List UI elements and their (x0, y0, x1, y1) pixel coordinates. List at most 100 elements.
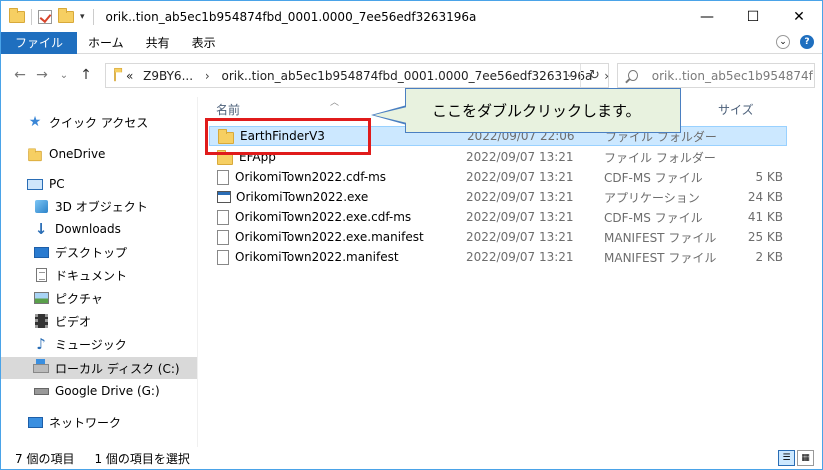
music-icon: ♪ (36, 335, 46, 353)
file-date: 2022/09/07 13:21 (466, 190, 574, 204)
file-size: 5 KB (755, 170, 783, 184)
sidebar-item-label: ピクチャ (55, 291, 103, 306)
callout-text: ここをダブルクリックします。 (432, 102, 641, 120)
sidebar-item-downloads[interactable]: ↓ Downloads (1, 218, 197, 240)
refresh-icon[interactable]: ↻ (580, 64, 608, 87)
sidebar-item-label: ドキュメント (55, 268, 128, 283)
sidebar-item-videos[interactable]: ビデオ (1, 310, 197, 332)
file-date: 2022/09/07 13:21 (466, 230, 574, 244)
column-header-size[interactable]: サイズ (718, 97, 754, 121)
sidebar-item-label: ネットワーク (49, 415, 122, 430)
table-row[interactable]: OrikomiTown2022.cdf-ms 2022/09/07 13:21 … (209, 167, 787, 187)
folder-icon (114, 67, 123, 81)
breadcrumb-current[interactable]: orik..tion_ab5ec1b954874fbd_0001.0000_7e… (221, 69, 592, 83)
sidebar-item-label: ミュージック (55, 337, 127, 352)
toolbar-separator (92, 8, 94, 25)
drive-icon (33, 384, 49, 398)
customize-toolbar-icon[interactable]: ▾ (80, 12, 85, 22)
address-overflow[interactable]: « (126, 69, 133, 83)
sidebar-item-google-drive[interactable]: Google Drive (G:) (1, 380, 197, 402)
file-type: MANIFEST ファイル (604, 230, 717, 245)
file-name: OrikomiTown2022.exe.manifest (235, 230, 424, 244)
highlight-box (205, 118, 371, 155)
large-icons-view-icon[interactable]: ▦ (797, 450, 814, 466)
video-icon (33, 314, 49, 328)
sidebar-item-network[interactable]: ネットワーク (1, 411, 197, 433)
table-row[interactable]: OrikomiTown2022.exe.manifest 2022/09/07 … (209, 227, 787, 247)
forward-button[interactable]: → (31, 67, 53, 83)
explorer-window: ▾ orik..tion_ab5ec1b954874fbd_0001.0000_… (0, 0, 823, 470)
back-button[interactable]: ← (9, 67, 31, 83)
tab-file[interactable]: ファイル (1, 31, 78, 54)
up-button[interactable]: ↑ (75, 67, 97, 83)
sidebar-item-pc[interactable]: PC (1, 173, 197, 195)
application-icon (217, 191, 231, 203)
expand-ribbon-icon[interactable]: ⌄ (776, 35, 790, 49)
window-title: orik..tion_ab5ec1b954874fbd_0001.0000_7e… (105, 9, 477, 24)
close-button[interactable]: ✕ (776, 1, 822, 32)
address-path[interactable]: « Z9BY6... › orik..tion_ab5ec1b954874fbd… (126, 69, 617, 83)
details-view-icon[interactable]: ☰ (778, 450, 795, 466)
table-row[interactable]: OrikomiTown2022.manifest 2022/09/07 13:2… (209, 247, 787, 267)
desktop-icon (33, 245, 49, 259)
local-disk-icon (33, 358, 49, 375)
search-icon (628, 70, 638, 81)
view-switcher: ☰ ▦ (778, 450, 814, 466)
sidebar-item-label: Google Drive (G:) (55, 384, 160, 398)
tab-view[interactable]: 表示 (181, 32, 227, 54)
picture-icon (33, 291, 49, 305)
file-type: CDF-MS ファイル (604, 210, 703, 225)
sidebar-item-label: 3D オブジェクト (55, 199, 148, 214)
minimize-button[interactable]: — (684, 1, 730, 32)
file-type: CDF-MS ファイル (604, 170, 703, 185)
tab-home[interactable]: ホーム (77, 32, 135, 54)
file-size: 41 KB (747, 210, 783, 224)
sidebar-item-label: クイック アクセス (49, 115, 149, 130)
sidebar-item-local-disk[interactable]: ローカル ディスク (C:) (1, 357, 197, 379)
item-count: 7 個の項目 (15, 451, 75, 466)
sidebar-item-music[interactable]: ♪ ミュージック (1, 333, 197, 355)
folder-icon[interactable] (9, 7, 25, 23)
file-size: 24 KB (747, 190, 783, 204)
sidebar-item-pictures[interactable]: ピクチャ (1, 287, 197, 309)
file-date: 2022/09/07 13:21 (466, 250, 574, 264)
file-icon (217, 209, 229, 225)
help-icon[interactable]: ? (800, 35, 814, 49)
title-bar: ▾ orik..tion_ab5ec1b954874fbd_0001.0000_… (1, 1, 822, 32)
file-date: 2022/09/07 13:21 (466, 150, 574, 164)
download-icon: ↓ (34, 220, 48, 238)
quick-access-toolbar: ▾ (9, 7, 85, 25)
ribbon-tabs: ファイル ホーム 共有 表示 ⌄ ? (1, 31, 822, 54)
sidebar-item-label: ローカル ディスク (C:) (55, 361, 180, 376)
status-bar: 7 個の項目 1 個の項目を選択 ☰ ▦ (1, 447, 822, 469)
file-name: OrikomiTown2022.cdf-ms (235, 170, 387, 184)
maximize-button[interactable]: ☐ (730, 1, 776, 32)
tab-share[interactable]: 共有 (135, 32, 181, 54)
sidebar-item-desktop[interactable]: デスクトップ (1, 241, 197, 263)
breadcrumb-separator[interactable]: › (205, 69, 210, 83)
file-name: OrikomiTown2022.exe.cdf-ms (235, 210, 412, 224)
breadcrumb-parent[interactable]: Z9BY6... (143, 69, 193, 83)
sidebar-item-3d-objects[interactable]: 3D オブジェクト (1, 195, 197, 217)
selection-count: 1 個の項目を選択 (94, 451, 190, 466)
file-size: 25 KB (747, 230, 783, 244)
recent-locations-button[interactable]: ⌄ (53, 70, 75, 81)
folder-icon (27, 147, 43, 161)
new-folder-icon[interactable] (58, 7, 74, 23)
window-controls: — ☐ ✕ (684, 1, 822, 32)
sidebar-item-label: OneDrive (49, 147, 106, 161)
search-box[interactable]: orik..tion_ab5ec1b954874fbd... (617, 63, 815, 88)
sidebar-item-onedrive[interactable]: OneDrive (1, 143, 197, 165)
table-row[interactable]: OrikomiTown2022.exe 2022/09/07 13:21 アプリ… (209, 187, 787, 207)
search-input[interactable]: orik..tion_ab5ec1b954874fbd... (652, 69, 814, 83)
table-row[interactable]: OrikomiTown2022.exe.cdf-ms 2022/09/07 13… (209, 207, 787, 227)
file-type: アプリケーション (604, 190, 700, 205)
file-icon (217, 229, 229, 245)
sidebar-item-quick-access[interactable]: ★ クイック アクセス (1, 111, 197, 133)
sidebar-item-documents[interactable]: ドキュメント (1, 264, 197, 286)
sidebar-item-label: デスクトップ (55, 245, 128, 260)
properties-icon[interactable] (38, 9, 52, 24)
document-icon (33, 268, 49, 282)
address-dropdown-icon[interactable]: ⌄ (566, 69, 574, 80)
address-bar[interactable]: « Z9BY6... › orik..tion_ab5ec1b954874fbd… (105, 63, 609, 88)
